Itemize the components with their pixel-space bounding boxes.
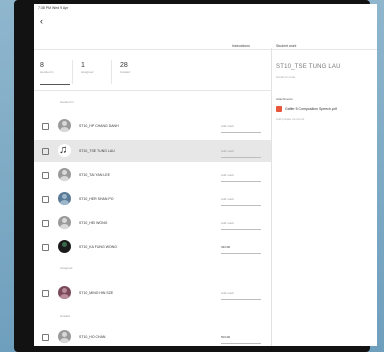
checkbox[interactable]: [42, 123, 49, 130]
status-bar: 7:38 PM Wed 9 Apr: [38, 6, 69, 10]
grade-field[interactable]: 39/100: [221, 245, 230, 249]
section-graded: Graded: [60, 314, 71, 318]
panel-divider: [271, 48, 272, 346]
pdf-file-icon[interactable]: [276, 106, 282, 112]
checkbox[interactable]: [42, 220, 49, 227]
list-item[interactable]: ST10_HO CHAN 50/100: [34, 326, 271, 346]
back-arrow-icon[interactable]: ‹: [40, 17, 43, 26]
grade-underline: [221, 181, 261, 182]
attachment-link[interactable]: Gaffer 5 Composition Speech.pdf: [285, 107, 337, 111]
grade-field[interactable]: Add mark: [221, 291, 234, 295]
stat-divider: [72, 60, 73, 84]
student-name: ST10_HER SHAN PO: [79, 197, 114, 201]
checkbox[interactable]: [42, 244, 49, 251]
avatar: [58, 216, 71, 229]
selected-student-title: ST10_TSE TUNG LAU: [276, 64, 341, 70]
avatar: ♫: [58, 144, 71, 157]
student-name: ST10_HEI WONG: [79, 221, 108, 225]
grade-field[interactable]: 50/100: [221, 335, 230, 339]
stat-assigned[interactable]: 1 Assigned: [81, 62, 121, 74]
checkbox[interactable]: [42, 148, 49, 155]
grade-underline: [221, 229, 261, 230]
private-comment-link[interactable]: Add private comment: [276, 117, 304, 121]
list-item[interactable]: ST10_MING HIN SZE Add mark: [34, 282, 271, 304]
avatar: [58, 330, 71, 343]
checkbox[interactable]: [42, 196, 49, 203]
grade-underline: [221, 132, 261, 133]
grade-field[interactable]: Add mark: [221, 221, 234, 225]
stat-handed-in[interactable]: 8 Handed in: [40, 62, 80, 74]
section-assigned: Assigned: [60, 266, 73, 270]
attachments-heading: Attachments: [276, 97, 293, 101]
header-divider: [34, 49, 377, 50]
submission-status: Handed in late: [276, 75, 296, 79]
grade-field[interactable]: Add mark: [221, 149, 234, 153]
list-item[interactable]: ST10_KA FUNG WONG 39/100: [34, 236, 271, 258]
grade-underline: [221, 343, 261, 344]
grade-underline: [221, 299, 261, 300]
list-item[interactable]: ST10_HP CHANG DANH Add mark: [34, 115, 271, 137]
section-handed-in: Handed in: [60, 100, 74, 104]
list-item[interactable]: ST10_HER SHAN PO Add mark: [34, 188, 271, 210]
grade-field[interactable]: Add mark: [221, 197, 234, 201]
stats-divider: [34, 90, 271, 91]
avatar: [58, 119, 71, 132]
grade-underline: [221, 205, 261, 206]
student-name: ST10_KA FUNG WONG: [79, 245, 117, 249]
list-item-selected[interactable]: ♫ ST10_TSE TUNG LAU Add mark: [34, 140, 271, 162]
tablet-frame: 7:38 PM Wed 9 Apr ‹ Instructions Student…: [14, 0, 377, 352]
list-item[interactable]: ST10_TAI YAN LEE Add mark: [34, 164, 271, 186]
student-name: ST10_TSE TUNG LAU: [79, 149, 115, 153]
screen: 7:38 PM Wed 9 Apr ‹ Instructions Student…: [34, 4, 377, 346]
stat-selected-indicator: [40, 84, 70, 85]
guitar-icon: ♫: [59, 144, 68, 156]
tab-instructions[interactable]: Instructions: [232, 44, 250, 48]
student-name: ST10_HO CHAN: [79, 335, 106, 339]
checkbox[interactable]: [42, 334, 49, 341]
checkbox[interactable]: [42, 172, 49, 179]
student-name: ST10_TAI YAN LEE: [79, 173, 110, 177]
tab-student-work[interactable]: Student work: [276, 44, 296, 48]
stat-divider: [111, 60, 112, 84]
checkbox[interactable]: [42, 290, 49, 297]
student-name: ST10_MING HIN SZE: [79, 291, 114, 295]
grade-underline: [221, 253, 261, 254]
list-item[interactable]: ST10_HEI WONG Add mark: [34, 212, 271, 234]
grade-field[interactable]: Add mark: [221, 173, 234, 177]
student-name: ST10_HP CHANG DANH: [79, 124, 119, 128]
avatar: [58, 168, 71, 181]
grade-field[interactable]: Add mark: [221, 124, 234, 128]
grade-underline: [221, 157, 261, 158]
stat-graded[interactable]: 28 Graded: [120, 62, 160, 74]
avatar: [58, 240, 71, 253]
avatar: [58, 286, 71, 299]
avatar: [58, 192, 71, 205]
